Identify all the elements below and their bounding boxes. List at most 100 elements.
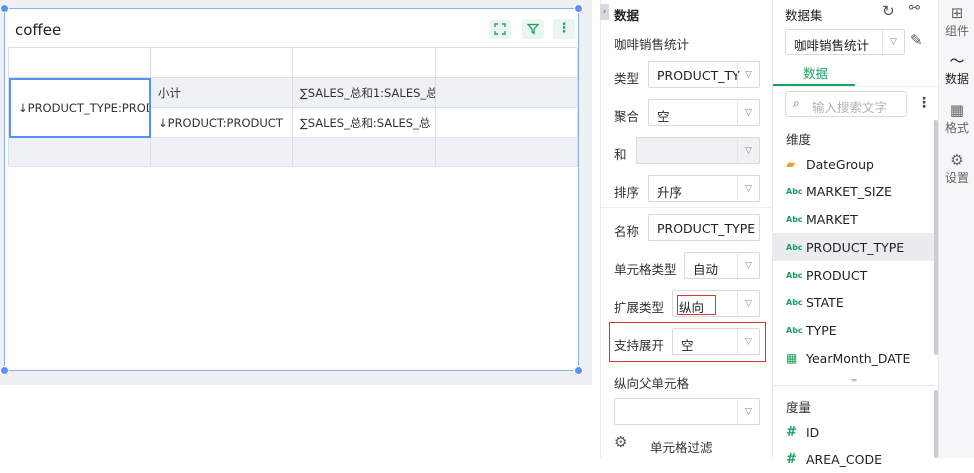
cell-type-select[interactable]: 自动 ▽ bbox=[684, 252, 760, 279]
table-cell[interactable] bbox=[293, 48, 436, 78]
table-cell[interactable] bbox=[151, 138, 293, 167]
table-cell-product[interactable]: ↓PRODUCT:PRODUCT bbox=[151, 108, 293, 138]
field-name: MARKET bbox=[806, 211, 858, 227]
table-cell[interactable] bbox=[436, 78, 578, 108]
table-cell[interactable] bbox=[9, 48, 151, 78]
table-cell[interactable] bbox=[293, 138, 436, 167]
type-select[interactable]: PRODUCT_TY ▽ bbox=[648, 61, 760, 88]
widget-title: coffee bbox=[15, 21, 62, 39]
text-type-icon: Abc bbox=[786, 297, 803, 307]
highlight-box bbox=[677, 295, 716, 315]
field-name: MARKET_SIZE bbox=[806, 183, 893, 199]
calendar-icon: ▦ bbox=[786, 351, 798, 365]
cell-text: ↓PRODUCT_TYPE:PROD bbox=[18, 101, 151, 115]
expand-icon bbox=[494, 23, 506, 35]
divider bbox=[601, 207, 773, 208]
field-name: PRODUCT_TYPE bbox=[806, 239, 905, 255]
field-item-yearmonth-date[interactable]: ▦ YearMonth_DATE bbox=[773, 344, 935, 372]
support-expand-select[interactable]: 空 ▽ bbox=[672, 328, 760, 355]
resize-handle-top-right[interactable] bbox=[574, 4, 583, 13]
side-rail: ⊞ 组件 〜 数据 ▦ 格式 ⚙ 设置 bbox=[938, 0, 974, 458]
field-item-area-code[interactable]: # AREA_CODE bbox=[773, 445, 935, 473]
vertical-parent-label: 纵向父单元格 bbox=[614, 376, 690, 391]
text-type-icon: Abc bbox=[786, 242, 803, 252]
chevron-down-icon: ▽ bbox=[737, 329, 759, 354]
cell-text: ↓PRODUCT:PRODUCT bbox=[158, 115, 283, 130]
dataset-header: 数据集 bbox=[785, 8, 823, 23]
tab-data[interactable]: 数据 bbox=[803, 63, 828, 82]
field-item-type[interactable]: Abc TYPE bbox=[773, 316, 935, 344]
rail-item-settings[interactable]: ⚙ 设置 bbox=[939, 151, 974, 186]
gear-icon[interactable]: ⚙ bbox=[614, 433, 627, 451]
link-dataset-icon[interactable]: ⚯ bbox=[909, 1, 920, 16]
more-vertical-icon: ⋮ bbox=[557, 21, 571, 36]
table-cell[interactable] bbox=[151, 48, 293, 78]
vertical-parent-select[interactable]: ▽ bbox=[614, 398, 760, 425]
chevron-right-icon: › bbox=[602, 7, 607, 17]
cell-text: ∑SALES_总和1:SALES_总 bbox=[300, 85, 436, 100]
aggregate-value: 空 bbox=[657, 109, 670, 124]
table-cell[interactable] bbox=[436, 138, 578, 167]
chevron-down-icon: ▽ bbox=[737, 253, 759, 278]
sort-select[interactable]: 升序 ▽ bbox=[648, 175, 760, 202]
table-cell-sum2[interactable]: ∑SALES_总和:SALES_总 bbox=[293, 108, 436, 138]
table-cell[interactable] bbox=[436, 108, 578, 138]
search-icon: ⌕ bbox=[793, 96, 800, 110]
support-expand-label: 支持展开 bbox=[614, 338, 665, 353]
report-canvas[interactable]: coffee ⋮ ↓PRODUCT_TYPE:PROD 小计 ∑SALES_总和… bbox=[0, 0, 592, 385]
more-vertical-icon[interactable]: ⋮ bbox=[917, 95, 931, 111]
cell-type-label: 单元格类型 bbox=[614, 262, 677, 277]
field-name: TYPE bbox=[806, 322, 837, 338]
and-select[interactable]: ▽ bbox=[636, 137, 760, 164]
dataset-select[interactable]: 咖啡销售统计 ▽ bbox=[785, 29, 905, 55]
gear-icon: ⚙ bbox=[950, 151, 964, 169]
cell-type-value: 自动 bbox=[693, 262, 719, 277]
filter-button[interactable] bbox=[522, 19, 544, 39]
fullscreen-button[interactable] bbox=[489, 19, 511, 39]
resize-handle-top-left[interactable] bbox=[0, 4, 9, 13]
table-cell-subtotal[interactable]: 小计 bbox=[151, 78, 293, 108]
divider bbox=[773, 86, 939, 87]
field-item-product[interactable]: Abc PRODUCT bbox=[773, 261, 935, 289]
search-input[interactable]: ⌕ 输入搜索文字 bbox=[785, 91, 907, 117]
refresh-icon[interactable]: ↻ bbox=[882, 2, 895, 20]
expand-type-label: 扩展类型 bbox=[614, 300, 665, 315]
rail-item-component[interactable]: ⊞ 组件 bbox=[939, 4, 974, 39]
field-item-product-type[interactable]: Abc PRODUCT_TYPE bbox=[773, 233, 935, 261]
more-button[interactable]: ⋮ bbox=[553, 19, 575, 39]
chevron-down-icon: ▽ bbox=[737, 62, 759, 87]
rail-item-data[interactable]: 〜 数据 bbox=[939, 52, 974, 87]
and-label: 和 bbox=[614, 147, 627, 162]
text-type-icon: Abc bbox=[786, 186, 803, 196]
table-cell[interactable] bbox=[436, 48, 578, 78]
search-placeholder: 输入搜索文字 bbox=[812, 100, 888, 115]
type-label: 类型 bbox=[614, 71, 640, 86]
edit-icon[interactable]: ✎ bbox=[910, 31, 923, 49]
dataset-name: 咖啡销售统计 bbox=[614, 37, 690, 52]
selected-cell-product-type[interactable]: ↓PRODUCT_TYPE:PROD bbox=[9, 78, 151, 138]
collapse-panel-button[interactable]: › bbox=[600, 4, 609, 20]
type-value: PRODUCT_TY bbox=[657, 68, 740, 83]
name-label: 名称 bbox=[614, 224, 640, 239]
config-header: 数据 bbox=[614, 8, 640, 23]
resize-handle-bottom-left[interactable] bbox=[0, 366, 9, 375]
field-item-dategroup[interactable]: ▰ DateGroup bbox=[773, 150, 935, 178]
chevron-down-icon: ▽ bbox=[882, 30, 904, 54]
aggregate-select[interactable]: 空 ▽ bbox=[648, 99, 760, 126]
cell-text: 小计 bbox=[158, 85, 181, 100]
resize-handle-bottom-right[interactable] bbox=[574, 366, 583, 375]
chevron-down-icon: ▽ bbox=[737, 399, 759, 424]
field-item-market[interactable]: Abc MARKET bbox=[773, 205, 935, 233]
table-widget[interactable]: coffee ⋮ ↓PRODUCT_TYPE:PROD 小计 ∑SALES_总和… bbox=[4, 8, 579, 371]
chevron-down-icon: ▽ bbox=[737, 176, 759, 201]
table-cell-sum1[interactable]: ∑SALES_总和1:SALES_总 bbox=[293, 78, 436, 108]
rail-item-format[interactable]: ▦ 格式 bbox=[939, 101, 974, 136]
field-item-state[interactable]: Abc STATE bbox=[773, 288, 935, 316]
cell-filter-label[interactable]: 单元格过滤 bbox=[650, 437, 713, 456]
number-type-icon: # bbox=[786, 451, 797, 467]
table-cell[interactable] bbox=[9, 138, 151, 167]
field-item-id[interactable]: # ID bbox=[773, 418, 935, 446]
name-input[interactable]: PRODUCT_TYPE bbox=[648, 214, 760, 241]
resize-divider[interactable]: ═ bbox=[773, 377, 935, 386]
field-item-market-size[interactable]: Abc MARKET_SIZE bbox=[773, 177, 935, 205]
